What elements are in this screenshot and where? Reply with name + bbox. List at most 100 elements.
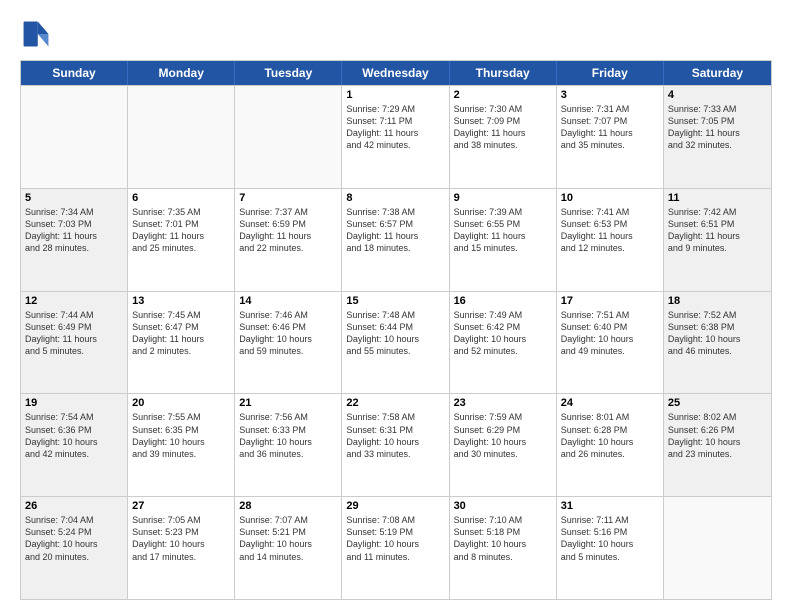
calendar-body: 1Sunrise: 7:29 AMSunset: 7:11 PMDaylight…	[21, 85, 771, 599]
day-number: 22	[346, 397, 444, 409]
day-number: 3	[561, 89, 659, 101]
cell-line-3: and 33 minutes.	[346, 448, 444, 460]
cell-line-1: Sunset: 6:26 PM	[668, 424, 767, 436]
calendar-cell-29: 29Sunrise: 7:08 AMSunset: 5:19 PMDayligh…	[342, 497, 449, 599]
calendar-cell-30: 30Sunrise: 7:10 AMSunset: 5:18 PMDayligh…	[450, 497, 557, 599]
calendar-header: SundayMondayTuesdayWednesdayThursdayFrid…	[21, 61, 771, 85]
cell-line-0: Sunrise: 7:08 AM	[346, 514, 444, 526]
calendar-cell-9: 9Sunrise: 7:39 AMSunset: 6:55 PMDaylight…	[450, 189, 557, 291]
cell-line-3: and 8 minutes.	[454, 551, 552, 563]
cell-line-3: and 32 minutes.	[668, 139, 767, 151]
cell-line-3: and 23 minutes.	[668, 448, 767, 460]
cell-line-0: Sunrise: 7:44 AM	[25, 309, 123, 321]
day-number: 2	[454, 89, 552, 101]
cell-line-0: Sunrise: 7:07 AM	[239, 514, 337, 526]
day-number: 13	[132, 295, 230, 307]
day-number: 16	[454, 295, 552, 307]
cell-line-2: Daylight: 11 hours	[25, 333, 123, 345]
calendar-cell-10: 10Sunrise: 7:41 AMSunset: 6:53 PMDayligh…	[557, 189, 664, 291]
day-number: 17	[561, 295, 659, 307]
cell-line-1: Sunset: 6:55 PM	[454, 218, 552, 230]
cell-line-2: Daylight: 10 hours	[239, 538, 337, 550]
cell-line-1: Sunset: 6:29 PM	[454, 424, 552, 436]
cell-line-0: Sunrise: 7:33 AM	[668, 103, 767, 115]
cell-line-0: Sunrise: 7:46 AM	[239, 309, 337, 321]
cell-line-2: Daylight: 11 hours	[668, 230, 767, 242]
weekday-header-thursday: Thursday	[450, 61, 557, 85]
calendar-cell-22: 22Sunrise: 7:58 AMSunset: 6:31 PMDayligh…	[342, 394, 449, 496]
cell-line-3: and 38 minutes.	[454, 139, 552, 151]
cell-line-1: Sunset: 6:57 PM	[346, 218, 444, 230]
calendar-cell-18: 18Sunrise: 7:52 AMSunset: 6:38 PMDayligh…	[664, 292, 771, 394]
calendar-cell-14: 14Sunrise: 7:46 AMSunset: 6:46 PMDayligh…	[235, 292, 342, 394]
day-number: 25	[668, 397, 767, 409]
cell-line-2: Daylight: 11 hours	[132, 333, 230, 345]
calendar-cell-11: 11Sunrise: 7:42 AMSunset: 6:51 PMDayligh…	[664, 189, 771, 291]
cell-line-1: Sunset: 5:24 PM	[25, 526, 123, 538]
cell-line-0: Sunrise: 7:59 AM	[454, 411, 552, 423]
cell-line-2: Daylight: 11 hours	[561, 230, 659, 242]
cell-line-0: Sunrise: 7:58 AM	[346, 411, 444, 423]
cell-line-3: and 2 minutes.	[132, 345, 230, 357]
calendar-cell-empty	[664, 497, 771, 599]
calendar-cell-15: 15Sunrise: 7:48 AMSunset: 6:44 PMDayligh…	[342, 292, 449, 394]
cell-line-2: Daylight: 11 hours	[346, 127, 444, 139]
calendar-row-1: 5Sunrise: 7:34 AMSunset: 7:03 PMDaylight…	[21, 188, 771, 291]
cell-line-0: Sunrise: 7:30 AM	[454, 103, 552, 115]
cell-line-3: and 26 minutes.	[561, 448, 659, 460]
weekday-header-wednesday: Wednesday	[342, 61, 449, 85]
cell-line-2: Daylight: 10 hours	[454, 436, 552, 448]
calendar-cell-20: 20Sunrise: 7:55 AMSunset: 6:35 PMDayligh…	[128, 394, 235, 496]
calendar-cell-empty	[235, 86, 342, 188]
day-number: 5	[25, 192, 123, 204]
cell-line-3: and 52 minutes.	[454, 345, 552, 357]
day-number: 30	[454, 500, 552, 512]
cell-line-2: Daylight: 10 hours	[346, 538, 444, 550]
calendar-cell-26: 26 Sunrise: 7:04 AMSunset: 5:24 PMDayligh…	[21, 497, 128, 599]
cell-line-2: Daylight: 11 hours	[454, 230, 552, 242]
weekday-header-monday: Monday	[128, 61, 235, 85]
cell-line-3: and 17 minutes.	[132, 551, 230, 563]
calendar-cell-8: 8Sunrise: 7:38 AMSunset: 6:57 PMDaylight…	[342, 189, 449, 291]
weekday-header-tuesday: Tuesday	[235, 61, 342, 85]
cell-line-1: Sunset: 6:44 PM	[346, 321, 444, 333]
cell-line-1: Sunset: 6:51 PM	[668, 218, 767, 230]
cell-line-3: and 42 minutes.	[25, 448, 123, 460]
day-number: 26	[25, 500, 123, 512]
cell-line-0: Sunrise: 7:38 AM	[346, 206, 444, 218]
cell-line-3: and 22 minutes.	[239, 242, 337, 254]
calendar-row-4: 26Sunrise: 7:04 AMSunset: 5:24 PMDayligh…	[21, 496, 771, 599]
day-number: 11	[668, 192, 767, 204]
calendar-cell-24: 24Sunrise: 8:01 AMSunset: 6:28 PMDayligh…	[557, 394, 664, 496]
cell-line-3: and 36 minutes.	[239, 448, 337, 460]
cell-line-3: and 59 minutes.	[239, 345, 337, 357]
calendar-cell-23: 23 Sunrise: 7:59 AMSunset: 6:29 PMDayligh…	[450, 394, 557, 496]
weekday-header-friday: Friday	[557, 61, 664, 85]
cell-line-0: Sunrise: 7:55 AM	[132, 411, 230, 423]
cell-line-0: Sunrise: 7:04 AM	[25, 514, 123, 526]
cell-line-3: and 28 minutes.	[25, 242, 123, 254]
cell-line-2: Daylight: 10 hours	[25, 538, 123, 550]
cell-line-2: Daylight: 10 hours	[668, 436, 767, 448]
day-number: 12	[25, 295, 123, 307]
logo-icon	[20, 18, 52, 50]
cell-line-1: Sunset: 6:46 PM	[239, 321, 337, 333]
cell-line-0: Sunrise: 7:37 AM	[239, 206, 337, 218]
day-number: 1	[346, 89, 444, 101]
cell-line-1: Sunset: 5:23 PM	[132, 526, 230, 538]
cell-line-3: and 49 minutes.	[561, 345, 659, 357]
cell-line-1: Sunset: 7:11 PM	[346, 115, 444, 127]
cell-line-3: and 15 minutes.	[454, 242, 552, 254]
cell-line-3: and 14 minutes.	[239, 551, 337, 563]
cell-line-1: Sunset: 7:09 PM	[454, 115, 552, 127]
header	[20, 18, 772, 50]
day-number: 23	[454, 397, 552, 409]
cell-line-1: Sunset: 6:49 PM	[25, 321, 123, 333]
day-number: 15	[346, 295, 444, 307]
cell-line-3: and 5 minutes.	[561, 551, 659, 563]
calendar-cell-3: 3Sunrise: 7:31 AMSunset: 7:07 PMDaylight…	[557, 86, 664, 188]
cell-line-3: and 11 minutes.	[346, 551, 444, 563]
day-number: 24	[561, 397, 659, 409]
cell-line-3: and 42 minutes.	[346, 139, 444, 151]
cell-line-0: Sunrise: 7:54 AM	[25, 411, 123, 423]
